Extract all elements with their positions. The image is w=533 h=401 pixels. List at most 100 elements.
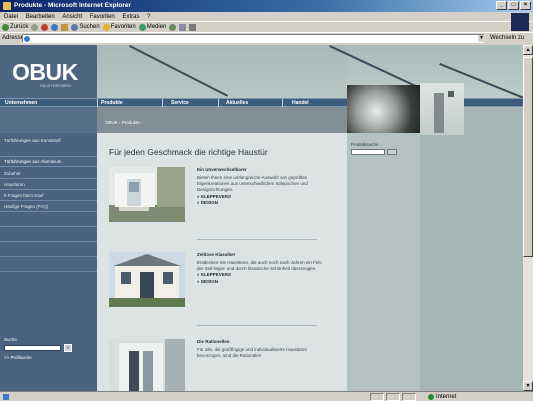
logo-area[interactable]: OBUK HAUSTÜRFABRIK xyxy=(0,45,97,98)
menu-tools[interactable]: Extras xyxy=(122,14,139,20)
status-cell xyxy=(386,393,400,401)
scroll-thumb[interactable] xyxy=(523,57,533,257)
sidebar-spacer xyxy=(0,107,97,133)
history-icon xyxy=(169,23,177,31)
product-link[interactable]: » DESIGN xyxy=(197,200,325,206)
stop-icon xyxy=(41,23,49,31)
sidebar-empty-row xyxy=(0,228,97,242)
back-label: Zurück xyxy=(10,23,29,30)
product-description-text: Entdecken Sie Haustüren, die auch noch n… xyxy=(197,260,322,272)
history-button[interactable] xyxy=(169,23,177,31)
address-label: Adresse xyxy=(2,35,25,41)
sidebar-item-aluminium[interactable]: Türführungen aus Aluminium xyxy=(0,158,97,167)
window-titlebar: Produkte - Microsoft Internet Explorer _… xyxy=(0,0,533,12)
window-title: Produkte - Microsoft Internet Explorer xyxy=(14,2,132,9)
page-icon xyxy=(24,36,30,42)
maximize-button[interactable]: □ xyxy=(508,1,519,10)
product-search-button[interactable] xyxy=(387,149,397,155)
address-bar: Adresse ▼ Wechseln zu xyxy=(0,33,533,44)
back-arrow-icon xyxy=(2,23,9,31)
nav-separator xyxy=(218,99,219,107)
back-button[interactable]: Zurück xyxy=(2,22,28,33)
site-logo: OBUK xyxy=(12,59,78,85)
search-label: Suchen xyxy=(79,23,100,30)
product-description-text: Bieten Ihnen eine umfangreiche Auswahl v… xyxy=(197,175,308,193)
sidebar-item-fragen-kauf[interactable]: 5 Fragen beim Kauf xyxy=(0,191,97,201)
ie-app-icon xyxy=(3,2,11,10)
status-cell xyxy=(370,393,384,401)
address-dropdown-icon[interactable]: ▼ xyxy=(478,35,485,42)
breadcrumb-bar: OBUK › Produkte › xyxy=(97,107,347,133)
toolbar: Zurück Suchen Favoriten Medien xyxy=(0,22,533,33)
stop-button[interactable] xyxy=(41,23,49,31)
page-title: Für jeden Geschmack die richtige Haustür xyxy=(109,147,268,157)
product-image-classic-house[interactable] xyxy=(109,252,185,307)
refresh-icon xyxy=(51,23,59,31)
menu-edit[interactable]: Bearbeiten xyxy=(26,14,55,20)
address-input[interactable] xyxy=(22,34,484,43)
product-item: Ein Unverwechselbarer Bieten Ihnen eine … xyxy=(109,167,337,231)
minimize-button[interactable]: _ xyxy=(496,1,507,10)
print-button[interactable] xyxy=(189,23,197,31)
home-icon xyxy=(61,23,69,31)
product-description-text: Für alle, die großflügige und individual… xyxy=(197,347,308,359)
header-door-image xyxy=(420,83,464,135)
refresh-button[interactable] xyxy=(51,23,59,31)
media-button[interactable]: Medien xyxy=(138,22,167,33)
favorites-button[interactable]: Favoriten xyxy=(102,22,136,33)
menu-favorites[interactable]: Favoriten xyxy=(90,14,115,20)
forward-arrow-icon xyxy=(31,23,39,31)
header-portrait-image xyxy=(347,85,420,133)
product-link[interactable]: » DESIGN xyxy=(197,279,325,285)
vertical-scrollbar[interactable]: ▲ ▼ xyxy=(523,45,533,391)
sidebar-empty-row xyxy=(0,258,97,272)
advanced-search-link[interactable]: >> Profisuche xyxy=(4,355,32,360)
menu-file[interactable]: Datei xyxy=(4,14,18,20)
product-name: Ein Unverwechselbarer xyxy=(197,167,247,172)
sidebar-item-kunststoff[interactable]: Türführungen aus Kunststoff xyxy=(0,137,97,157)
content-divider xyxy=(197,239,317,240)
mail-button[interactable] xyxy=(179,23,187,31)
content-divider xyxy=(197,325,317,326)
outer-background xyxy=(420,107,523,391)
search-go-button[interactable]: » xyxy=(64,344,72,352)
nav-separator xyxy=(162,99,163,107)
right-column: Produktsuche xyxy=(347,107,420,391)
scroll-down-icon[interactable]: ▼ xyxy=(523,381,533,391)
product-description: Für alle, die großflügige und individual… xyxy=(197,347,325,359)
search-icon xyxy=(71,23,79,31)
product-image-modern-door[interactable] xyxy=(109,167,185,222)
product-item: Die Rationellen Für alle, die großflügig… xyxy=(109,339,337,391)
search-label: Suche xyxy=(4,337,17,342)
forward-button[interactable] xyxy=(31,23,39,31)
search-input[interactable] xyxy=(4,345,61,351)
search-toolbar-button[interactable]: Suchen xyxy=(71,22,100,33)
sidebar-item-haustueren[interactable]: Haustüren xyxy=(0,180,97,190)
product-description: Bieten Ihnen eine umfangreiche Auswahl v… xyxy=(197,175,325,206)
star-icon xyxy=(102,23,110,31)
sidebar-item-faq[interactable]: Häufige Fragen (FAQ) xyxy=(0,202,97,212)
product-search-input[interactable] xyxy=(351,149,385,155)
media-label: Medien xyxy=(146,23,167,30)
go-button[interactable]: Wechseln zu xyxy=(490,33,524,44)
status-bar: Internet xyxy=(0,391,533,401)
sidebar: Türführungen aus Kunststoff Türführungen… xyxy=(0,107,97,391)
sidebar-item-zubehoer[interactable]: Zubehör xyxy=(0,169,97,179)
menu-view[interactable]: Ansicht xyxy=(62,14,82,20)
sidebar-empty-row xyxy=(0,243,97,257)
home-button[interactable] xyxy=(61,23,69,31)
sidebar-empty-row xyxy=(0,213,97,227)
product-image-rational-door[interactable] xyxy=(109,339,185,391)
scroll-up-icon[interactable]: ▲ xyxy=(523,45,533,55)
security-zone: Internet xyxy=(426,392,456,401)
close-button[interactable]: × xyxy=(520,1,531,10)
product-name: Zeitlose Klassiker xyxy=(197,252,236,257)
product-search-label: Produktsuche xyxy=(351,142,379,147)
breadcrumb[interactable]: OBUK › Produkte › xyxy=(105,120,143,125)
main-content: OBUK › Produkte › Für jeden Geschmack di… xyxy=(97,107,347,391)
mail-icon xyxy=(179,23,187,31)
status-cell xyxy=(402,393,416,401)
menu-bar: Datei Bearbeiten Ansicht Favoriten Extra… xyxy=(0,12,533,31)
media-icon xyxy=(138,23,146,31)
menu-help[interactable]: ? xyxy=(147,14,150,20)
